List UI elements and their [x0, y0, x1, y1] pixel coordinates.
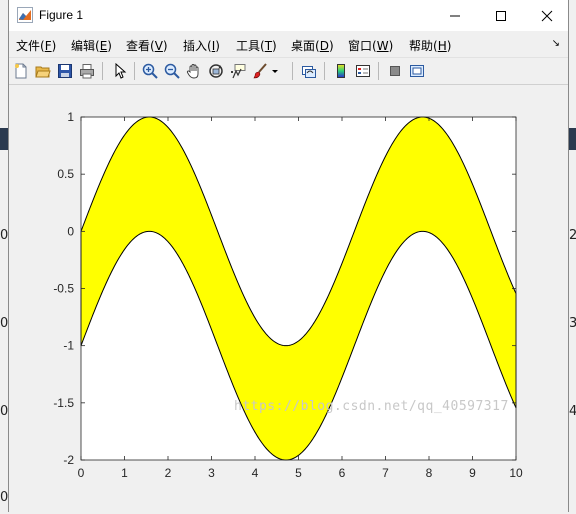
- colorbar-button[interactable]: [331, 61, 351, 81]
- x-tick-label: 6: [339, 466, 346, 480]
- x-tick-label: 9: [469, 466, 476, 480]
- brush-icon: [253, 63, 267, 79]
- menu-dock-arrow-icon[interactable]: ↘: [552, 38, 560, 49]
- figure-window: Figure 1 文件(F) 编辑(E) 查看(V) 插入(I) 工具(T) 桌…: [8, 0, 569, 512]
- zoom-in-button[interactable]: [140, 61, 160, 81]
- background-text: 2: [569, 228, 576, 243]
- colorbar-icon: [337, 64, 345, 78]
- menu-help[interactable]: 帮助(H): [409, 37, 451, 54]
- background-text: 4: [569, 404, 576, 419]
- x-tick-label: 8: [426, 466, 433, 480]
- x-tick-label: 7: [382, 466, 389, 480]
- title-bar[interactable]: Figure 1: [9, 0, 568, 31]
- pan-hand-icon: [186, 64, 199, 79]
- select-arrow-icon: [115, 63, 127, 79]
- rotate-3d-icon: [209, 64, 223, 78]
- menu-desktop[interactable]: 桌面(D): [291, 37, 334, 54]
- show-plot-tools-icon: [410, 65, 424, 77]
- y-tick-label: 0: [67, 224, 74, 238]
- menu-window[interactable]: 窗口(W): [348, 37, 393, 54]
- menu-file[interactable]: 文件(F): [16, 37, 56, 54]
- y-tick-label: -2: [63, 453, 74, 467]
- data-cursor-icon: [231, 64, 246, 79]
- plot-axes[interactable]: 0 1 2 3 4 5 6 7 8 9 10 1 0.5 0 -0.5 -1 -1.5 -2: [9, 85, 568, 510]
- new-figure-button[interactable]: [11, 61, 31, 81]
- y-tick-label: -1.5: [53, 396, 74, 410]
- y-tick-label: -0.5: [53, 282, 74, 296]
- show-plot-tools-button[interactable]: [407, 61, 427, 81]
- x-tick-label: 4: [252, 466, 259, 480]
- zoom-out-button[interactable]: [162, 61, 182, 81]
- brush-dropdown-button[interactable]: [270, 61, 280, 81]
- y-tick-label: -1: [63, 339, 74, 353]
- menu-bar: 文件(F) 编辑(E) 查看(V) 插入(I) 工具(T) 桌面(D) 窗口(W…: [9, 31, 568, 58]
- data-cursor-button[interactable]: [228, 61, 248, 81]
- toolbar-separator: [324, 62, 325, 80]
- x-tick-label: 1: [121, 466, 128, 480]
- save-button[interactable]: [55, 61, 75, 81]
- chevron-down-icon: [272, 70, 278, 73]
- maximize-icon: [496, 10, 506, 21]
- legend-icon: [356, 65, 370, 77]
- background-text: 3: [569, 316, 576, 331]
- new-figure-icon: [15, 63, 27, 79]
- hide-plot-tools-icon: [390, 66, 400, 76]
- background-app-band: [0, 128, 8, 150]
- minimize-button[interactable]: [432, 0, 478, 31]
- save-icon: [58, 64, 72, 78]
- open-file-button[interactable]: [33, 61, 53, 81]
- maximize-button[interactable]: [478, 0, 524, 31]
- x-tick-label: 2: [165, 466, 172, 480]
- y-tick-label: 1: [67, 110, 74, 124]
- link-plot-button[interactable]: [299, 61, 319, 81]
- x-tick-label: 0: [78, 466, 85, 480]
- toolbar-separator: [134, 62, 135, 80]
- figure-canvas: 0 1 2 3 4 5 6 7 8 9 10 1 0.5 0 -0.5 -1 -1.5 -2: [9, 85, 568, 512]
- hide-plot-tools-button[interactable]: [385, 61, 405, 81]
- select-button[interactable]: [110, 61, 130, 81]
- x-tick-label: 10: [509, 466, 523, 480]
- menu-edit[interactable]: 编辑(E): [71, 37, 112, 54]
- y-tick-label: 0.5: [57, 167, 74, 181]
- pan-button[interactable]: [184, 61, 204, 81]
- brush-button[interactable]: [250, 61, 270, 81]
- toolbar-separator: [292, 62, 293, 80]
- close-button[interactable]: [524, 0, 570, 31]
- menu-insert[interactable]: 插入(I): [183, 37, 220, 54]
- rotate-3d-button[interactable]: [206, 61, 226, 81]
- background-app-edge: [0, 0, 8, 514]
- menu-view[interactable]: 查看(V): [126, 37, 168, 54]
- watermark-text: https://blog.csdn.net/qq_40597317: [234, 399, 509, 414]
- toolbar-separator: [102, 62, 103, 80]
- x-tick-label: 3: [208, 466, 215, 480]
- print-button[interactable]: [77, 61, 97, 81]
- toolbar-separator: [378, 62, 379, 80]
- figure-toolbar: [9, 58, 568, 85]
- open-file-icon: [35, 66, 51, 78]
- menu-tools[interactable]: 工具(T): [236, 37, 277, 54]
- x-tick-label: 5: [295, 466, 302, 480]
- matlab-logo-icon: [17, 7, 33, 23]
- minimize-icon: [450, 15, 460, 16]
- zoom-out-icon: [164, 63, 180, 79]
- print-icon: [80, 64, 94, 79]
- close-icon: [541, 10, 553, 21]
- zoom-in-icon: [142, 63, 158, 79]
- link-plot-icon: [302, 66, 316, 78]
- background-app-band-right: [569, 128, 576, 150]
- window-title: Figure 1: [39, 8, 84, 22]
- legend-button[interactable]: [353, 61, 373, 81]
